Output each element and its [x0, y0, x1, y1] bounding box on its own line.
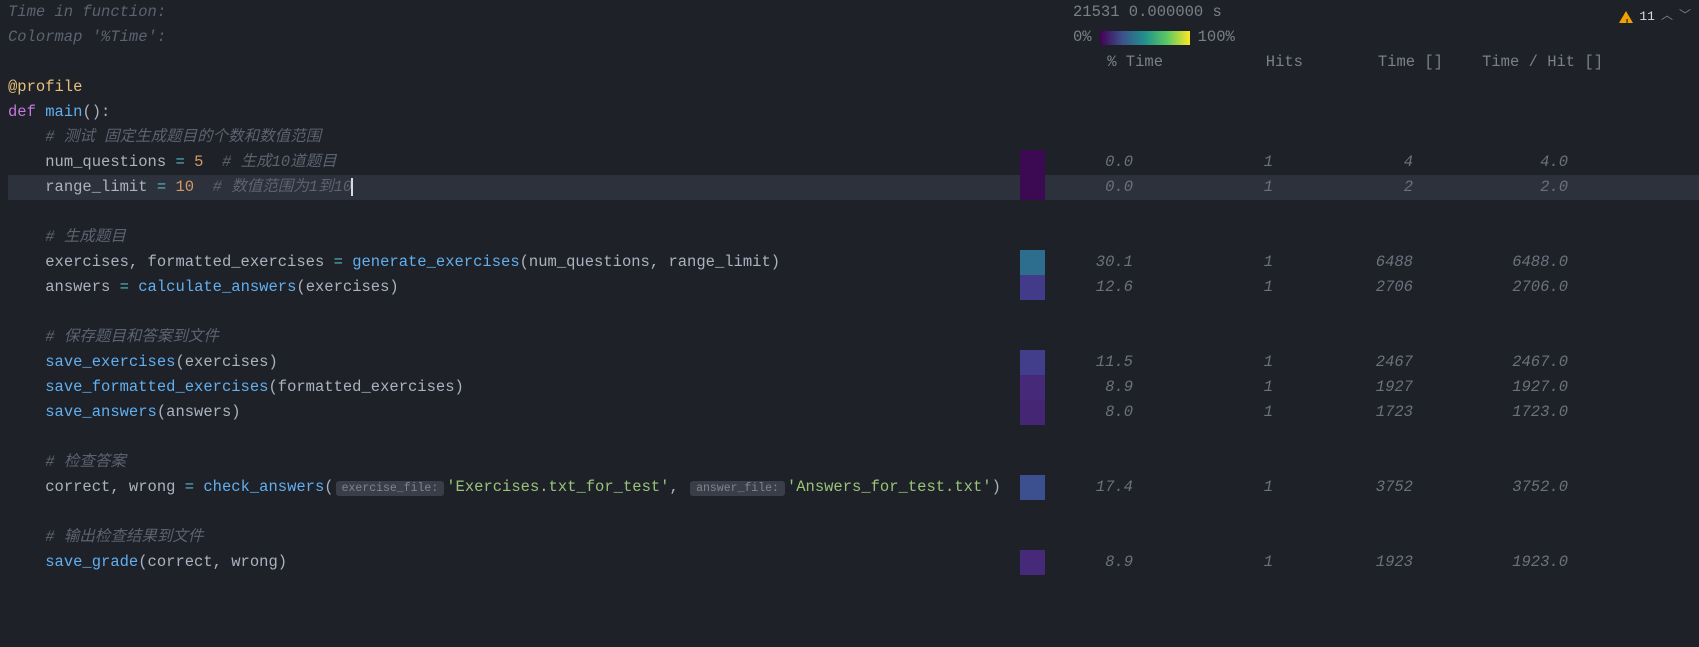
heat-swatch: [1020, 250, 1045, 275]
code-row[interactable]: save_grade(correct, wrong) 8.9 1 1923 19…: [8, 550, 1699, 575]
stat-hits: 1: [1133, 400, 1273, 425]
colormap-high: 100%: [1198, 25, 1235, 50]
code-row[interactable]: def main():: [8, 100, 1699, 125]
stat-tph: 1723.0: [1413, 400, 1568, 425]
code-row[interactable]: # 生成题目: [8, 225, 1699, 250]
stat-tph: 2467.0: [1413, 350, 1568, 375]
stat-pct: 30.1: [1048, 250, 1133, 275]
stat-tph: 1927.0: [1413, 375, 1568, 400]
col-time: Time []: [1303, 50, 1443, 75]
heat-swatch: [1020, 150, 1045, 175]
stat-hits: 1: [1133, 475, 1273, 500]
code-row[interactable]: # 保存题目和答案到文件: [8, 325, 1699, 350]
heat-swatch: [1020, 375, 1045, 400]
stat-pct: 8.0: [1048, 400, 1133, 425]
code-row[interactable]: # 检查答案: [8, 450, 1699, 475]
colormap-low: 0%: [1073, 25, 1092, 50]
column-headers: % Time Hits Time [] Time / Hit []: [0, 50, 1699, 75]
stat-time: 2467: [1273, 350, 1413, 375]
stat-pct: 11.5: [1048, 350, 1133, 375]
stat-tph: 3752.0: [1413, 475, 1568, 500]
heat-swatch: [1020, 550, 1045, 575]
stat-hits: 1: [1133, 550, 1273, 575]
code-row[interactable]: answers = calculate_answers(exercises) 1…: [8, 275, 1699, 300]
code-row[interactable]: save_answers(answers) 8.0 1 1723 1723.0: [8, 400, 1699, 425]
code-row-blank[interactable]: [8, 425, 1699, 450]
stat-time: 2706: [1273, 275, 1413, 300]
col-pct-time: % Time: [1048, 50, 1163, 75]
stat-time: 2: [1273, 175, 1413, 200]
stat-time: 1723: [1273, 400, 1413, 425]
param-hint: exercise_file:: [336, 481, 445, 496]
time-in-function-label: Time in function:: [8, 0, 1073, 25]
stat-pct: 12.6: [1048, 275, 1133, 300]
heat-swatch: [1020, 350, 1045, 375]
code-row[interactable]: save_exercises(exercises) 11.5 1 2467 24…: [8, 350, 1699, 375]
text-cursor: [351, 178, 353, 196]
code-row[interactable]: # 输出检查结果到文件: [8, 525, 1699, 550]
stat-hits: 1: [1133, 150, 1273, 175]
stat-tph: 4.0: [1413, 150, 1568, 175]
code-row[interactable]: # 测试 固定生成题目的个数和数值范围: [8, 125, 1699, 150]
stat-time: 6488: [1273, 250, 1413, 275]
param-hint: answer_file:: [690, 481, 785, 496]
time-in-function-value: 21531 0.000000 s: [1073, 0, 1222, 25]
stat-hits: 1: [1133, 275, 1273, 300]
code-row[interactable]: correct, wrong = check_answers(exercise_…: [8, 475, 1699, 500]
heat-swatch: [1020, 475, 1045, 500]
stat-pct: 8.9: [1048, 375, 1133, 400]
heat-swatch: [1020, 400, 1045, 425]
colormap-gradient: [1100, 31, 1190, 45]
heat-swatch: [1020, 175, 1045, 200]
code-row[interactable]: exercises, formatted_exercises = generat…: [8, 250, 1699, 275]
stat-tph: 2706.0: [1413, 275, 1568, 300]
profiler-header: Time in function: 21531 0.000000 s Color…: [0, 0, 1699, 75]
stat-tph: 2.0: [1413, 175, 1568, 200]
code-row[interactable]: save_formatted_exercises(formatted_exerc…: [8, 375, 1699, 400]
code-row[interactable]: @profile: [8, 75, 1699, 100]
code-row[interactable]: num_questions = 5 # 生成10道题目 0.0 1 4 4.0: [8, 150, 1699, 175]
colormap-label: Colormap '%Time':: [8, 25, 1073, 50]
stat-pct: 0.0: [1048, 175, 1133, 200]
stat-pct: 17.4: [1048, 475, 1133, 500]
stat-time: 3752: [1273, 475, 1413, 500]
code-row-blank[interactable]: [8, 200, 1699, 225]
code-row-blank[interactable]: [8, 300, 1699, 325]
stat-hits: 1: [1133, 250, 1273, 275]
stat-time: 4: [1273, 150, 1413, 175]
col-time-per-hit: Time / Hit []: [1443, 50, 1603, 75]
code-editor[interactable]: @profile def main(): # 测试 固定生成题目的个数和数值范围…: [0, 75, 1699, 575]
stat-hits: 1: [1133, 375, 1273, 400]
stat-pct: 8.9: [1048, 550, 1133, 575]
stat-pct: 0.0: [1048, 150, 1133, 175]
stat-tph: 6488.0: [1413, 250, 1568, 275]
code-row-current[interactable]: range_limit = 10 # 数值范围为1到10 0.0 1 2 2.0: [8, 175, 1699, 200]
stat-hits: 1: [1133, 350, 1273, 375]
heat-swatch: [1020, 275, 1045, 300]
code-row-blank[interactable]: [8, 500, 1699, 525]
col-hits: Hits: [1163, 50, 1303, 75]
stat-time: 1923: [1273, 550, 1413, 575]
stat-tph: 1923.0: [1413, 550, 1568, 575]
stat-hits: 1: [1133, 175, 1273, 200]
stat-time: 1927: [1273, 375, 1413, 400]
